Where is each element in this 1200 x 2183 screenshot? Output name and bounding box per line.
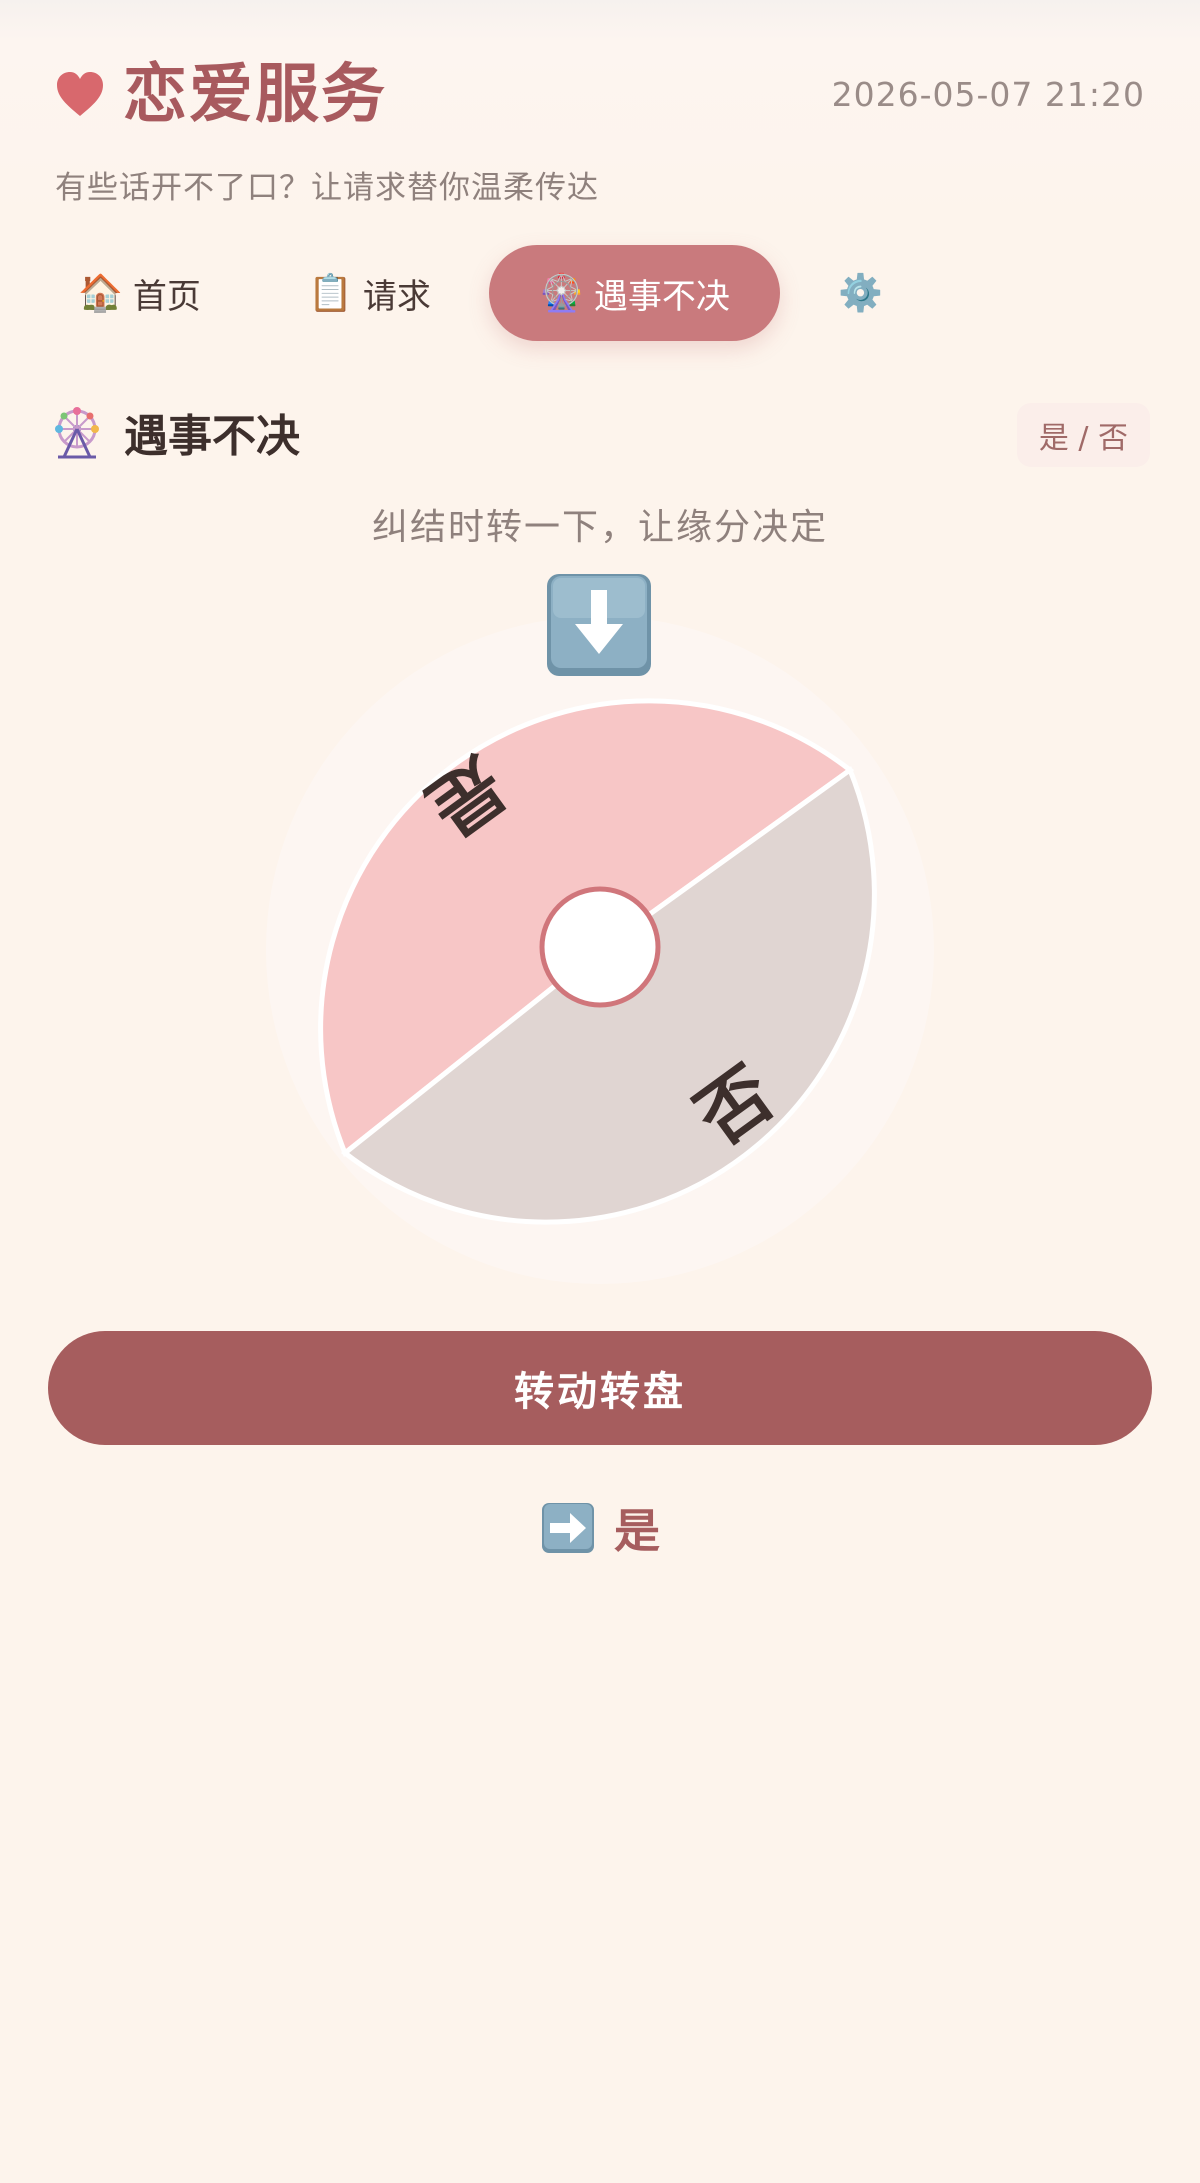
tab-home-label: 首页: [132, 276, 201, 317]
decision-wheel[interactable]: 是 否: [260, 610, 940, 1290]
tab-requests-label: 请求: [362, 276, 431, 317]
spin-button[interactable]: 转动转盘: [48, 1331, 1152, 1445]
wheel-center-hub: [539, 886, 661, 1008]
header: 恋爱服务 2026-05-07 21:20: [55, 55, 1145, 145]
gear-icon: ⚙️: [838, 273, 883, 314]
section-title-text: 遇事不决: [124, 411, 300, 462]
clipboard-icon: 📋: [308, 273, 353, 314]
house-icon: 🏠: [78, 273, 123, 314]
tab-home[interactable]: 🏠 首页: [78, 245, 201, 341]
tab-decide[interactable]: 🎡 遇事不决: [489, 245, 780, 341]
section-title: 遇事不决: [50, 400, 300, 464]
ferris-wheel-icon: [55, 407, 99, 459]
heart-icon: [57, 72, 103, 116]
hint-text: 纠结时转一下，让缘分决定: [371, 507, 828, 548]
app-title: 恋爱服务: [123, 58, 387, 132]
arrow-right-icon: [542, 1503, 594, 1553]
arrow-down-icon: [547, 574, 651, 676]
tab-decide-label: 遇事不决: [593, 276, 730, 317]
result-display: 是: [0, 1495, 1200, 1561]
mode-badge: 是 / 否: [1016, 403, 1150, 467]
app-subtitle: 有些话开不了口？让请求替你温柔传达: [55, 170, 599, 206]
nav-tabs: 🏠 首页 📋 请求 🎡 遇事不决 ⚙️: [0, 245, 1200, 345]
brand: 恋爱服务: [55, 55, 387, 135]
tab-requests[interactable]: 📋 请求: [308, 245, 431, 341]
datetime-text: 2026-05-07 21:20: [831, 75, 1145, 114]
ferris-wheel-icon: 🎡: [539, 273, 584, 314]
section-header: 遇事不决 是 / 否: [50, 400, 1150, 470]
wheel-graphic: 是 否: [266, 616, 934, 1284]
tab-settings[interactable]: ⚙️: [838, 245, 893, 341]
result-value: 是: [614, 1504, 660, 1558]
